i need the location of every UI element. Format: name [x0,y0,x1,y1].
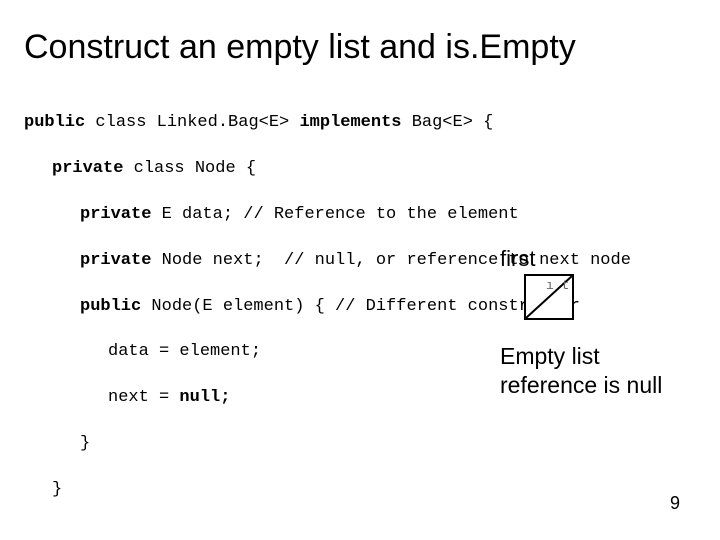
kw-private: private [80,205,151,224]
first-label: first [500,246,535,271]
caption-line: Empty list [500,342,662,371]
kw-null: null; [179,388,230,407]
kw-implements: implements [299,113,401,132]
kw-public: public [80,297,141,316]
code-text: data = element; [108,342,261,361]
code-text: class Node { [123,159,256,178]
code-text: } [52,480,62,499]
null-diagram: first [494,246,664,320]
empty-list-caption: Empty list reference is null [500,342,662,400]
page-number: 9 [670,493,680,514]
kw-private: private [80,251,151,270]
code-text: } [80,434,90,453]
obscured-text: ı t [546,278,569,293]
slide: Construct an empty list and is.Empty pub… [0,0,720,540]
code-text: class Linked.Bag<E> [85,113,299,132]
code-text: Bag<E> { [402,113,494,132]
caption-line: reference is null [500,371,662,400]
slide-title: Construct an empty list and is.Empty [24,28,696,67]
code-text: next = [108,388,179,407]
code-text: E data; // Reference to the element [151,205,518,224]
kw-public: public [24,113,85,132]
kw-private: private [52,159,123,178]
